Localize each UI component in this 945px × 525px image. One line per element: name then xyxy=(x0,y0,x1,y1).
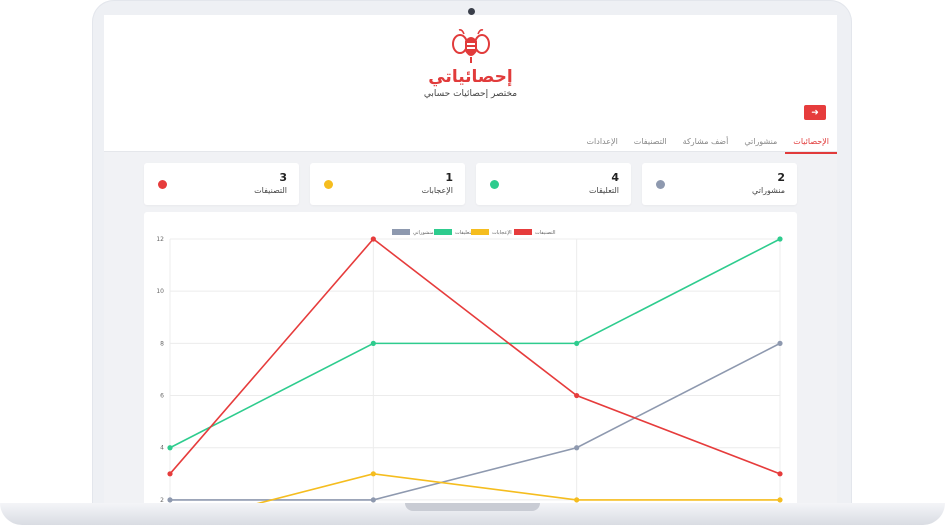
stat-label: التصنيفات xyxy=(254,186,287,195)
app-screen: إحصائياتي مختصر إحصائيات حسابي ➜ الإحصائ… xyxy=(104,15,837,505)
stat-card-comments: 4 التعليقات xyxy=(476,163,631,205)
laptop-notch xyxy=(405,503,540,511)
tab-categories[interactable]: التصنيفات xyxy=(626,134,675,152)
data-point xyxy=(574,445,580,451)
stat-label: الإعجابات xyxy=(421,186,453,195)
legend-label: التصنيفات xyxy=(535,230,556,236)
status-dot xyxy=(158,180,167,189)
app-subtitle: مختصر إحصائيات حسابي xyxy=(423,89,518,99)
series-line xyxy=(170,342,781,501)
y-tick-label: 10 xyxy=(156,288,164,295)
line-chart: 24681012منشوراتي التعليقات الإعجابات التصني… xyxy=(156,229,783,505)
data-point xyxy=(370,340,376,346)
tab-divider xyxy=(104,151,837,152)
y-tick-label: 8 xyxy=(160,340,164,347)
stat-card-likes: 1 الإعجابات xyxy=(310,163,465,205)
series-line xyxy=(169,237,781,475)
page-header: إحصائياتي مختصر إحصائيات حسابي ➜ الإحصائ… xyxy=(104,15,837,154)
data-point xyxy=(167,445,173,451)
logout-button[interactable]: ➜ xyxy=(804,105,826,120)
stat-card-posts: 2 منشوراتي xyxy=(642,163,797,205)
y-tick-label: 12 xyxy=(156,236,164,243)
legend-label: منشوراتي xyxy=(413,230,434,236)
data-point xyxy=(574,392,580,399)
stat-value: 2 xyxy=(777,171,785,184)
stat-label: منشوراتي xyxy=(752,186,785,195)
status-dot xyxy=(324,180,333,189)
status-dot xyxy=(490,180,499,189)
y-tick-label: 4 xyxy=(160,445,164,452)
tab-add-post[interactable]: أضف مشاركة xyxy=(675,134,737,152)
tab-settings[interactable]: الإعدادات xyxy=(579,134,626,152)
app-title: إحصائياتي xyxy=(428,67,513,87)
y-tick-label: 6 xyxy=(160,393,164,400)
legend-swatch xyxy=(471,229,489,235)
data-point xyxy=(167,497,173,503)
tab-bar: الإحصائيات منشوراتي أضف مشاركة التصنيفات… xyxy=(104,134,837,154)
data-point xyxy=(574,497,580,503)
data-point xyxy=(777,340,783,346)
data-point xyxy=(574,340,580,346)
camera-icon xyxy=(468,8,475,15)
legend-label: التعليقات xyxy=(455,230,474,236)
stat-value: 4 xyxy=(611,171,619,184)
stat-card-categories: 3 التصنيفات xyxy=(144,163,299,205)
legend-swatch xyxy=(392,229,410,235)
data-point xyxy=(370,236,376,242)
legend-swatch xyxy=(434,229,452,235)
bee-logo-icon xyxy=(452,29,490,63)
stat-value: 1 xyxy=(445,171,453,184)
data-point xyxy=(370,471,376,477)
tab-my-posts[interactable]: منشوراتي xyxy=(736,134,785,152)
data-point xyxy=(777,471,783,477)
data-point xyxy=(777,236,783,242)
legend-swatch xyxy=(514,229,532,235)
data-point xyxy=(777,497,783,503)
data-point xyxy=(370,497,376,503)
stats-chart-panel: 2 4 6 8 10 12 منشوراتي التعليقات الإعجابات التصني… xyxy=(144,212,797,505)
data-point xyxy=(167,471,173,477)
legend-label: الإعجابات xyxy=(492,230,512,236)
status-dot xyxy=(656,180,665,189)
stat-label: التعليقات xyxy=(588,186,619,195)
stat-value: 3 xyxy=(279,171,287,184)
